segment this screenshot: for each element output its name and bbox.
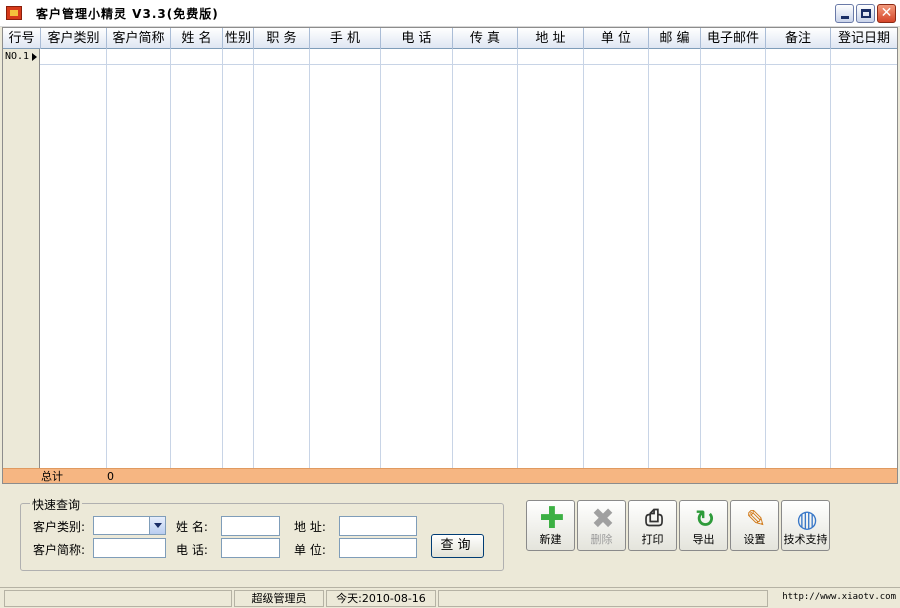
delete-button-label: 删除 [590, 533, 613, 546]
column-header[interactable]: 电 话 [381, 28, 453, 49]
search-button[interactable]: 查询 [431, 534, 484, 558]
settings-button-label: 设置 [743, 533, 766, 546]
close-icon: ✕ [880, 5, 893, 21]
printer-icon: ⎙ [645, 506, 663, 531]
status-panel-empty [4, 590, 232, 607]
column-header[interactable]: 客户简称 [107, 28, 171, 49]
shortname-label: 客户简称: [33, 543, 86, 557]
settings-button[interactable]: ✎ 设置 [730, 500, 779, 551]
column-header[interactable]: 职 务 [254, 28, 310, 49]
column-divider [106, 49, 107, 468]
row-header-column [3, 49, 40, 468]
column-header[interactable]: 行号 [3, 28, 41, 49]
new-button[interactable]: ✚ 新建 [526, 500, 575, 551]
column-header[interactable]: 电子邮件 [701, 28, 766, 49]
column-divider [253, 49, 254, 468]
delete-x-icon: ✖ [591, 502, 615, 535]
table-row[interactable]: NO.1 [3, 49, 897, 65]
close-button[interactable]: ✕ [877, 4, 896, 23]
plus-icon: ✚ [539, 501, 565, 536]
column-divider [765, 49, 766, 468]
name-input[interactable] [221, 516, 280, 536]
column-header[interactable]: 备注 [766, 28, 831, 49]
status-url[interactable]: http://www.xiaotv.com [770, 590, 896, 607]
wrench-icon: ✎ [745, 505, 767, 533]
minimize-button[interactable] [835, 4, 854, 23]
current-row-arrow-icon [32, 53, 37, 61]
dropdown-button[interactable] [149, 517, 165, 534]
print-button[interactable]: ⎙ 打印 [628, 500, 677, 551]
column-header[interactable]: 姓 名 [171, 28, 223, 49]
column-divider [700, 49, 701, 468]
export-button[interactable]: ↻ 导出 [679, 500, 728, 551]
new-button-label: 新建 [539, 533, 562, 546]
column-divider [309, 49, 310, 468]
print-button-label: 打印 [641, 533, 664, 546]
row-number-cell[interactable]: NO.1 [3, 49, 40, 65]
app-icon [6, 6, 22, 20]
support-button-label: 技术支持 [783, 533, 828, 546]
maximize-icon [861, 9, 871, 18]
support-button[interactable]: ◍ 技术支持 [781, 500, 830, 551]
row-number: NO.1 [5, 51, 30, 62]
column-divider [517, 49, 518, 468]
phone-input[interactable] [221, 538, 280, 558]
phone-label: 电 话: [176, 543, 208, 557]
category-label: 客户类别: [33, 520, 86, 534]
column-header[interactable]: 传 真 [453, 28, 518, 49]
column-header[interactable]: 性别 [223, 28, 254, 49]
title-bar: 客户管理小精灵 V3.3(免费版) ✕ [0, 0, 900, 27]
status-bar: 超级管理员 今天:2010-08-16 http://www.xiaotv.co… [0, 587, 900, 608]
total-label: 总计 [41, 470, 63, 483]
window-title: 客户管理小精灵 V3.3(免费版) [36, 7, 219, 21]
action-toolbar: ✚ 新建 ✖ 删除 ⎙ 打印 ↻ 导出 ✎ 设置 ◍ 技术支持 [523, 498, 830, 553]
quick-query-legend: 快速查询 [30, 496, 83, 513]
company-input[interactable] [339, 538, 417, 558]
status-date: 今天:2010-08-16 [326, 590, 436, 607]
globe-icon: ◍ [796, 505, 818, 533]
export-button-label: 导出 [692, 533, 715, 546]
customer-grid[interactable]: 行号 客户类别 客户简称姓 名性别职 务手 机电 话传 真地 址单 位邮 编电子邮件… [2, 27, 898, 484]
category-select[interactable] [93, 516, 166, 535]
company-label: 单 位: [294, 543, 326, 557]
maximize-button[interactable] [856, 4, 875, 23]
column-header[interactable]: 邮 编 [649, 28, 701, 49]
column-header[interactable]: 登记日期 [831, 28, 897, 49]
status-user: 超级管理员 [234, 590, 324, 607]
column-divider [170, 49, 171, 468]
total-value: 0 [107, 470, 114, 483]
column-header[interactable]: 客户类别 [41, 28, 107, 49]
column-header[interactable]: 手 机 [310, 28, 381, 49]
total-row: 总计 0 [3, 468, 897, 483]
column-header[interactable]: 单 位 [584, 28, 649, 49]
column-divider [583, 49, 584, 468]
grid-header: 行号 客户类别 客户简称姓 名性别职 务手 机电 话传 真地 址单 位邮 编电子邮件… [3, 28, 897, 49]
column-divider [648, 49, 649, 468]
column-divider [452, 49, 453, 468]
column-divider [380, 49, 381, 468]
delete-button[interactable]: ✖ 删除 [577, 500, 626, 551]
column-divider [830, 49, 831, 468]
export-arrow-icon: ↻ [694, 505, 716, 533]
chevron-down-icon [154, 523, 162, 528]
address-input[interactable] [339, 516, 417, 536]
name-label: 姓 名: [176, 520, 208, 534]
column-header[interactable]: 地 址 [518, 28, 584, 49]
column-divider [222, 49, 223, 468]
status-panel-spacer [438, 590, 768, 607]
address-label: 地 址: [294, 520, 326, 534]
minimize-icon [841, 16, 849, 19]
shortname-input[interactable] [93, 538, 166, 558]
